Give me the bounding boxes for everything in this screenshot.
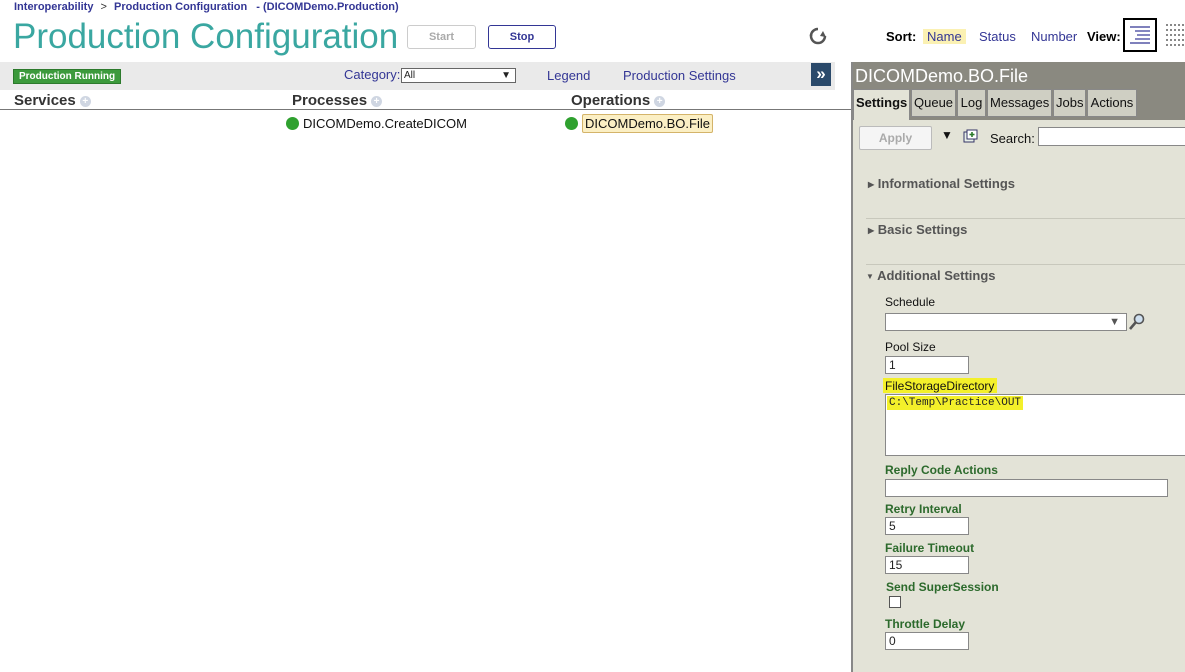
section-informational-label: Informational Settings <box>877 176 1016 191</box>
section-basic-label: Basic Settings <box>877 222 968 237</box>
caret-down-icon: ▼ <box>866 272 874 281</box>
pool-size-label: Pool Size <box>885 340 936 354</box>
sort-by-number[interactable]: Number <box>1031 29 1077 44</box>
status-dot-icon <box>565 117 578 130</box>
pool-size-input[interactable]: 1 <box>885 356 969 374</box>
breadcrumb-root[interactable]: Interoperability <box>14 1 93 13</box>
status-badge: Production Running <box>13 69 122 84</box>
schedule-label: Schedule <box>885 295 936 309</box>
add-operation-icon[interactable]: + <box>654 95 666 107</box>
process-item-label: DICOMDemo.CreateDICOM <box>303 116 467 131</box>
tab-messages[interactable]: Messages <box>987 89 1052 117</box>
processes-header: Processes + <box>292 92 383 109</box>
section-informational[interactable]: ▶ Informational Settings <box>868 176 1015 191</box>
search-label: Search: <box>990 131 1035 146</box>
divider <box>866 264 1185 265</box>
services-title: Services <box>14 92 76 109</box>
divider <box>866 218 1185 219</box>
operations-title: Operations <box>571 92 651 109</box>
reply-code-label: Reply Code Actions <box>885 463 998 477</box>
breadcrumb-separator: > <box>100 1 107 13</box>
tab-jobs[interactable]: Jobs <box>1053 89 1086 117</box>
expand-panel-icon[interactable]: » <box>811 63 831 86</box>
failure-timeout-label: Failure Timeout <box>885 541 975 555</box>
add-service-icon[interactable]: + <box>79 95 91 107</box>
production-settings-link[interactable]: Production Settings <box>623 68 736 83</box>
status-dot-icon <box>286 117 299 130</box>
dropdown-arrow-icon[interactable]: ▼ <box>941 128 953 142</box>
search-icon[interactable] <box>1128 313 1146 331</box>
schedule-select[interactable]: ▼ <box>885 313 1127 331</box>
divider <box>0 109 851 110</box>
caret-right-icon: ▶ <box>868 180 875 189</box>
operations-header: Operations + <box>571 92 666 109</box>
page-title: Production Configuration <box>13 17 399 56</box>
file-storage-value: C:\Temp\Practice\OUT <box>887 396 1024 410</box>
chevron-down-icon: ▼ <box>1109 316 1120 328</box>
grid-view-icon[interactable] <box>1165 22 1185 50</box>
category-select[interactable]: All ▼ <box>401 68 516 83</box>
tab-settings[interactable]: Settings <box>853 89 910 120</box>
send-supersession-checkbox[interactable] <box>889 596 901 608</box>
panel-title: DICOMDemo.BO.File <box>855 66 1029 86</box>
sort-by-name[interactable]: Name <box>923 29 966 44</box>
operation-item[interactable]: DICOMDemo.BO.File <box>565 114 713 133</box>
search-input[interactable] <box>1038 127 1185 146</box>
operation-item-label: DICOMDemo.BO.File <box>582 114 713 133</box>
apply-button[interactable]: Apply <box>859 126 932 150</box>
processes-title: Processes <box>292 92 368 109</box>
start-button[interactable]: Start <box>407 25 476 49</box>
services-header: Services + <box>14 92 91 109</box>
legend-link[interactable]: Legend <box>547 68 590 83</box>
chevron-down-icon: ▼ <box>501 70 511 81</box>
stop-button[interactable]: Stop <box>488 25 556 49</box>
file-storage-label: FileStorageDirectory <box>883 378 998 393</box>
section-additional[interactable]: ▼ Additional Settings <box>866 268 996 283</box>
throttle-delay-input[interactable]: 0 <box>885 632 969 650</box>
reply-code-input[interactable] <box>885 479 1168 497</box>
caret-right-icon: ▶ <box>868 226 875 235</box>
sort-label: Sort: <box>886 29 917 44</box>
view-label: View: <box>1087 29 1121 44</box>
add-process-icon[interactable]: + <box>371 95 383 107</box>
section-additional-label: Additional Settings <box>877 268 996 283</box>
section-basic[interactable]: ▶ Basic Settings <box>868 222 967 237</box>
tab-log[interactable]: Log <box>957 89 986 117</box>
file-storage-textarea[interactable]: C:\Temp\Practice\OUT <box>885 394 1185 456</box>
process-item[interactable]: DICOMDemo.CreateDICOM <box>286 116 467 131</box>
tab-actions[interactable]: Actions <box>1087 89 1137 117</box>
failure-timeout-input[interactable]: 15 <box>885 556 969 574</box>
list-view-icon[interactable] <box>1123 18 1157 52</box>
tab-queue[interactable]: Queue <box>911 89 956 117</box>
breadcrumb-context: - (DICOMDemo.Production) <box>256 1 399 13</box>
retry-interval-input[interactable]: 5 <box>885 517 969 535</box>
sort-by-status[interactable]: Status <box>979 29 1016 44</box>
refresh-icon[interactable] <box>808 26 828 46</box>
add-setting-icon[interactable] <box>963 129 979 143</box>
throttle-delay-label: Throttle Delay <box>885 617 966 631</box>
breadcrumb: Interoperability > Production Configurat… <box>14 1 399 13</box>
send-supersession-label: Send SuperSession <box>886 580 999 594</box>
category-label: Category: <box>344 67 401 82</box>
breadcrumb-page[interactable]: Production Configuration <box>114 1 247 13</box>
retry-interval-label: Retry Interval <box>885 502 962 516</box>
category-value: All <box>404 70 416 81</box>
